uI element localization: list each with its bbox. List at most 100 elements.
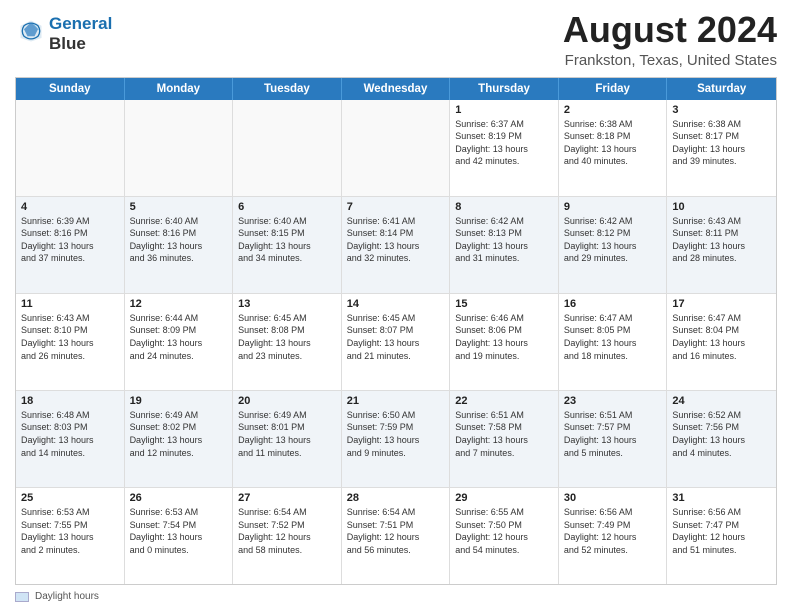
cell-info: Sunrise: 6:42 AM Sunset: 8:13 PM Dayligh… [455,215,553,265]
day-number: 20 [238,395,336,407]
day-number: 4 [21,201,119,213]
day-number: 28 [347,492,445,504]
cell-info: Sunrise: 6:47 AM Sunset: 8:05 PM Dayligh… [564,312,662,362]
day-number: 6 [238,201,336,213]
calendar-cell [16,100,125,196]
header: General Blue August 2024 Frankston, Texa… [15,10,777,69]
cell-info: Sunrise: 6:55 AM Sunset: 7:50 PM Dayligh… [455,506,553,556]
cell-info: Sunrise: 6:54 AM Sunset: 7:51 PM Dayligh… [347,506,445,556]
day-number: 27 [238,492,336,504]
cell-info: Sunrise: 6:51 AM Sunset: 7:57 PM Dayligh… [564,409,662,459]
day-number: 25 [21,492,119,504]
cell-info: Sunrise: 6:46 AM Sunset: 8:06 PM Dayligh… [455,312,553,362]
calendar-row: 4 Sunrise: 6:39 AM Sunset: 8:16 PM Daylig… [16,197,776,294]
calendar: SundayMondayTuesdayWednesdayThursdayFrid… [15,77,777,585]
cell-info: Sunrise: 6:47 AM Sunset: 8:04 PM Dayligh… [672,312,771,362]
cell-info: Sunrise: 6:52 AM Sunset: 7:56 PM Dayligh… [672,409,771,459]
day-number: 9 [564,201,662,213]
day-number: 15 [455,298,553,310]
cell-info: Sunrise: 6:42 AM Sunset: 8:12 PM Dayligh… [564,215,662,265]
calendar-row: 18Sunrise: 6:48 AM Sunset: 8:03 PM Dayli… [16,391,776,488]
day-number: 5 [130,201,228,213]
cell-info: Sunrise: 6:54 AM Sunset: 7:52 PM Dayligh… [238,506,336,556]
cell-info: Sunrise: 6:53 AM Sunset: 7:54 PM Dayligh… [130,506,228,556]
day-number: 13 [238,298,336,310]
calendar-cell: 22 Sunrise: 6:51 AM Sunset: 7:58 PM Dayli… [450,391,559,487]
day-number: 8 [455,201,553,213]
calendar-row: 11 Sunrise: 6:43 AM Sunset: 8:10 PM Dayli… [16,294,776,391]
day-number: 23 [564,395,662,407]
cell-info: Sunrise: 6:43 AM Sunset: 8:10 PM Dayligh… [21,312,119,362]
logo: General Blue [15,14,112,53]
cell-info: Sunrise: 6:56 AM Sunset: 7:49 PM Dayligh… [564,506,662,556]
logo-name: General Blue [49,14,112,53]
calendar-cell: 4 Sunrise: 6:39 AM Sunset: 8:16 PM Daylig… [16,197,125,293]
day-of-week-tuesday: Tuesday [233,78,342,100]
cell-info: Sunrise: 6:37 AM Sunset: 8:19 PM Dayligh… [455,118,553,168]
day-of-week-wednesday: Wednesday [342,78,451,100]
cell-info: Sunrise: 6:40 AM Sunset: 8:16 PM Dayligh… [130,215,228,265]
calendar-cell: 18Sunrise: 6:48 AM Sunset: 8:03 PM Dayli… [16,391,125,487]
subtitle: Frankston, Texas, United States [563,52,777,69]
cell-info: Sunrise: 6:56 AM Sunset: 7:47 PM Dayligh… [672,506,771,556]
cell-info: Sunrise: 6:51 AM Sunset: 7:58 PM Dayligh… [455,409,553,459]
calendar-cell: 7Sunrise: 6:41 AM Sunset: 8:14 PM Daylig… [342,197,451,293]
cell-info: Sunrise: 6:45 AM Sunset: 8:08 PM Dayligh… [238,312,336,362]
calendar-cell: 24 Sunrise: 6:52 AM Sunset: 7:56 PM Dayli… [667,391,776,487]
cell-info: Sunrise: 6:49 AM Sunset: 8:02 PM Dayligh… [130,409,228,459]
day-number: 1 [455,104,553,116]
footer: Daylight hours [15,591,777,602]
calendar-cell: 19Sunrise: 6:49 AM Sunset: 8:02 PM Dayli… [125,391,234,487]
day-number: 24 [672,395,771,407]
day-of-week-friday: Friday [559,78,668,100]
calendar-cell: 23 Sunrise: 6:51 AM Sunset: 7:57 PM Dayli… [559,391,668,487]
day-of-week-saturday: Saturday [667,78,776,100]
day-number: 26 [130,492,228,504]
calendar-header: SundayMondayTuesdayWednesdayThursdayFrid… [16,78,776,100]
calendar-cell: 28 Sunrise: 6:54 AM Sunset: 7:51 PM Dayli… [342,488,451,584]
cell-info: Sunrise: 6:53 AM Sunset: 7:55 PM Dayligh… [21,506,119,556]
day-number: 31 [672,492,771,504]
calendar-cell: 3Sunrise: 6:38 AM Sunset: 8:17 PM Daylig… [667,100,776,196]
calendar-cell: 15 Sunrise: 6:46 AM Sunset: 8:06 PM Dayli… [450,294,559,390]
calendar-row: 25 Sunrise: 6:53 AM Sunset: 7:55 PM Dayli… [16,488,776,584]
day-number: 14 [347,298,445,310]
calendar-cell: 17Sunrise: 6:47 AM Sunset: 8:04 PM Dayli… [667,294,776,390]
day-number: 2 [564,104,662,116]
main-title: August 2024 [563,10,777,50]
cell-info: Sunrise: 6:43 AM Sunset: 8:11 PM Dayligh… [672,215,771,265]
day-number: 12 [130,298,228,310]
cell-info: Sunrise: 6:41 AM Sunset: 8:14 PM Dayligh… [347,215,445,265]
title-block: August 2024 Frankston, Texas, United Sta… [563,10,777,69]
calendar-cell: 11 Sunrise: 6:43 AM Sunset: 8:10 PM Dayli… [16,294,125,390]
calendar-cell [233,100,342,196]
calendar-cell: 27 Sunrise: 6:54 AM Sunset: 7:52 PM Dayli… [233,488,342,584]
logo-icon [17,17,45,45]
day-of-week-thursday: Thursday [450,78,559,100]
calendar-cell: 16 Sunrise: 6:47 AM Sunset: 8:05 PM Dayli… [559,294,668,390]
day-number: 11 [21,298,119,310]
page: General Blue August 2024 Frankston, Texa… [0,0,792,612]
day-of-week-sunday: Sunday [16,78,125,100]
calendar-cell: 25 Sunrise: 6:53 AM Sunset: 7:55 PM Dayli… [16,488,125,584]
calendar-cell: 21Sunrise: 6:50 AM Sunset: 7:59 PM Dayli… [342,391,451,487]
cell-info: Sunrise: 6:48 AM Sunset: 8:03 PM Dayligh… [21,409,119,459]
cell-info: Sunrise: 6:45 AM Sunset: 8:07 PM Dayligh… [347,312,445,362]
day-number: 22 [455,395,553,407]
calendar-cell: 1 Sunrise: 6:37 AM Sunset: 8:19 PM Daylig… [450,100,559,196]
cell-info: Sunrise: 6:39 AM Sunset: 8:16 PM Dayligh… [21,215,119,265]
calendar-cell: 9 Sunrise: 6:42 AM Sunset: 8:12 PM Daylig… [559,197,668,293]
calendar-cell: 12Sunrise: 6:44 AM Sunset: 8:09 PM Dayli… [125,294,234,390]
calendar-body: 1 Sunrise: 6:37 AM Sunset: 8:19 PM Daylig… [16,100,776,584]
calendar-cell: 6Sunrise: 6:40 AM Sunset: 8:15 PM Daylig… [233,197,342,293]
calendar-cell: 14 Sunrise: 6:45 AM Sunset: 8:07 PM Dayli… [342,294,451,390]
calendar-cell: 31 Sunrise: 6:56 AM Sunset: 7:47 PM Dayli… [667,488,776,584]
day-number: 30 [564,492,662,504]
cell-info: Sunrise: 6:50 AM Sunset: 7:59 PM Dayligh… [347,409,445,459]
cell-info: Sunrise: 6:38 AM Sunset: 8:18 PM Dayligh… [564,118,662,168]
calendar-cell: 29 Sunrise: 6:55 AM Sunset: 7:50 PM Dayli… [450,488,559,584]
day-number: 16 [564,298,662,310]
calendar-cell: 8 Sunrise: 6:42 AM Sunset: 8:13 PM Daylig… [450,197,559,293]
day-number: 29 [455,492,553,504]
legend-box [15,592,29,602]
